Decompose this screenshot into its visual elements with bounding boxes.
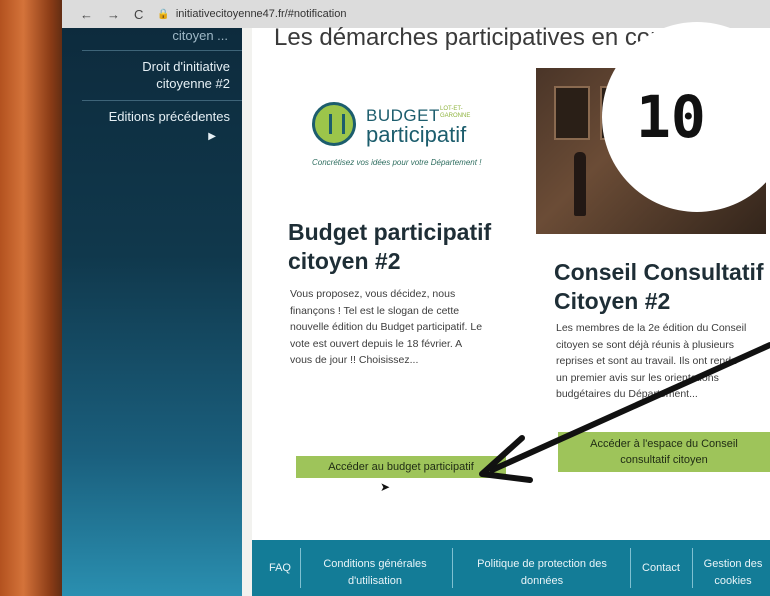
- budget-participatif-logo: BUDGET LOT-ET-GARONNE participatif Concr…: [312, 92, 492, 182]
- card-text-line: Les membres de la 2e édition du Conseil: [556, 322, 747, 334]
- button-label-line: consultatif citoyen: [620, 454, 708, 466]
- footer-divider: [692, 548, 693, 588]
- card-text-line: nouvelle édition du Budget participatif.…: [290, 321, 483, 333]
- logo-tagline: Concrétisez vos idées pour votre Départe…: [312, 158, 482, 167]
- sidebar-item-editions-precedentes[interactable]: Editions précédentes: [109, 108, 230, 125]
- footer-link-cgu[interactable]: Conditions générales d'utilisation: [308, 556, 442, 590]
- sidebar-divider: [82, 50, 242, 51]
- footer-link-label: d'utilisation: [347, 575, 403, 587]
- card-title-line: Conseil Consultatif: [554, 259, 764, 285]
- footer-link-contact[interactable]: Contact: [636, 560, 686, 577]
- sidebar-item-label: citoyenne #2: [156, 76, 230, 91]
- card-text-line: reprises et sont au travail. Ils ont ren…: [556, 355, 737, 367]
- footer-link-privacy[interactable]: Politique de protection des données: [462, 556, 622, 590]
- card-text-line: vous de jour !! Choisissez...: [290, 354, 419, 366]
- lightbulb-icon: [312, 102, 356, 146]
- footer-link-label: données: [520, 575, 564, 587]
- footer-link-label: Politique de protection des: [477, 558, 607, 570]
- logo-word-participatif: participatif: [366, 122, 467, 147]
- card-text-budget: Vous proposez, vous décidez, nous finanç…: [290, 286, 520, 369]
- footer-link-label: Conditions générales: [323, 558, 427, 570]
- sidebar-item-cut[interactable]: citoyen ...: [172, 28, 228, 43]
- card-text-line: vote est ouvert depuis le 18 février. A: [290, 337, 463, 350]
- footer-divider: [630, 548, 631, 588]
- reload-button[interactable]: C: [134, 7, 143, 22]
- card-text-line: budgétaires du Département...: [556, 388, 698, 400]
- sidebar: citoyen ... Droit d'initiative citoyenne…: [62, 28, 242, 596]
- logo-small-text: LOT-ET-GARONNE: [440, 106, 471, 119]
- photo-person: [574, 152, 586, 216]
- button-label-line: Accéder à l'espace du Conseil: [590, 438, 738, 450]
- footer-link-label: Gestion des: [703, 558, 763, 570]
- footer-link-label: cookies: [714, 575, 752, 587]
- footer-divider: [300, 548, 301, 588]
- footer: FAQ Conditions générales d'utilisation P…: [252, 540, 770, 596]
- card-title-line: Budget participatif: [288, 219, 492, 245]
- chevron-right-icon[interactable]: ▶: [208, 131, 216, 142]
- card-text-line: citoyen se sont déjà réunis à plusieurs: [556, 338, 735, 351]
- sidebar-item-label: Droit d'initiative: [142, 59, 230, 74]
- conseil-consultatif-button[interactable]: Accéder à l'espace du Conseil consultati…: [558, 432, 770, 472]
- photo-window: [554, 86, 590, 140]
- page-title: Les démarches participatives en cours: [274, 24, 684, 51]
- back-button[interactable]: ←: [80, 7, 93, 22]
- card-title-line: Citoyen #2: [554, 288, 671, 314]
- forward-button[interactable]: →: [107, 7, 120, 22]
- card-title-line: citoyen #2: [288, 248, 401, 274]
- card-title-budget: Budget participatif citoyen #2: [288, 218, 491, 276]
- footer-link-cookies[interactable]: Gestion des cookies: [700, 556, 766, 590]
- footer-divider: [452, 548, 453, 588]
- sidebar-item-label: Editions précédentes: [108, 109, 230, 124]
- sidebar-item-droit-initiative[interactable]: Droit d'initiative citoyenne #2: [142, 58, 230, 92]
- sidebar-divider: [82, 100, 242, 101]
- card-text-conseil: Les membres de la 2e édition du Conseil …: [556, 320, 768, 403]
- footer-link-faq[interactable]: FAQ: [268, 560, 292, 577]
- card-text-line: Vous proposez, vous décidez, nous: [290, 288, 456, 300]
- budget-participatif-button[interactable]: Accéder au budget participatif: [296, 456, 506, 478]
- card-text-line: finançons ! Tel est le slogan de cette: [290, 304, 460, 317]
- card-title-conseil: Conseil Consultatif Citoyen #2: [554, 258, 764, 316]
- address-bar[interactable]: initiativecitoyenne47.fr/#notification: [176, 8, 347, 20]
- mouse-cursor-icon: ➤: [380, 480, 391, 494]
- lock-icon: 🔒: [157, 8, 170, 20]
- card-text-line: un premier avis sur les orientations: [556, 371, 719, 384]
